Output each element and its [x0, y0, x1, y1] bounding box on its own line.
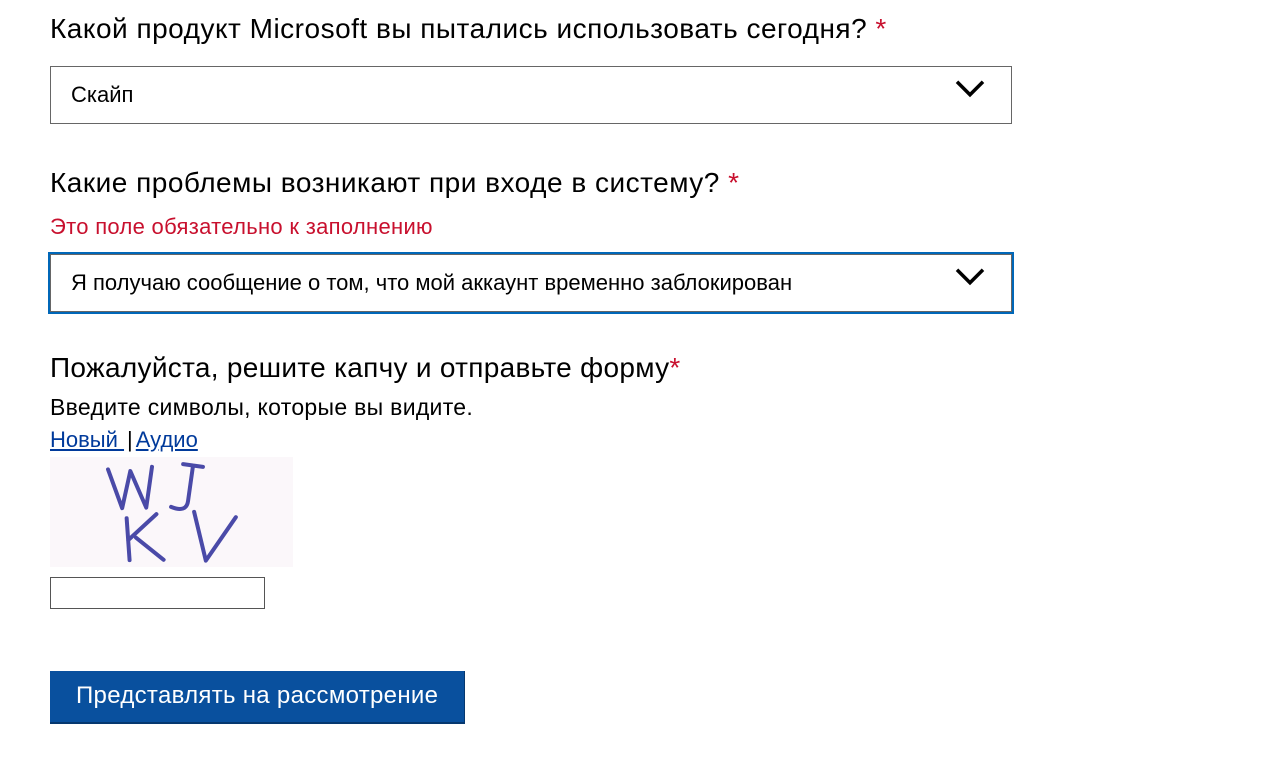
problem-select-value: Я получаю сообщение о том, что мой аккау… — [71, 270, 792, 296]
submit-button-label: Представлять на рассмотрение — [76, 682, 438, 709]
captcha-audio-link[interactable]: Аудио — [136, 427, 198, 452]
required-mark: * — [728, 167, 739, 198]
product-select[interactable]: Скайп — [50, 66, 1012, 124]
captcha-image — [50, 457, 293, 567]
problem-question-label: Какие проблемы возникают при входе в сис… — [50, 164, 1230, 202]
captcha-links: Новый | Аудио — [50, 427, 1230, 453]
captcha-subtext: Введите символы, которые вы видите. — [50, 394, 1230, 421]
chevron-down-icon — [954, 266, 986, 294]
problem-error-message: Это поле обязательно к заполнению — [50, 214, 1230, 240]
captcha-new-link[interactable]: Новый — [50, 427, 124, 452]
required-mark: * — [669, 352, 680, 383]
submit-button[interactable]: Представлять на рассмотрение — [50, 671, 465, 724]
problem-question-text: Какие проблемы возникают при входе в сис… — [50, 167, 720, 198]
captcha-input[interactable] — [50, 577, 265, 609]
captcha-divider: | — [124, 427, 136, 453]
chevron-down-icon — [954, 79, 986, 107]
captcha-label-text: Пожалуйста, решите капчу и отправьте фор… — [50, 352, 669, 383]
captcha-label: Пожалуйста, решите капчу и отправьте фор… — [50, 352, 1230, 384]
product-question-label: Какой продукт Microsoft вы пытались испо… — [50, 10, 1230, 48]
problem-question-block: Какие проблемы возникают при входе в сис… — [50, 164, 1230, 312]
product-select-value: Скайп — [71, 82, 133, 108]
product-question-block: Какой продукт Microsoft вы пытались испо… — [50, 10, 1230, 124]
required-mark: * — [875, 13, 886, 44]
product-question-text: Какой продукт Microsoft вы пытались испо… — [50, 13, 867, 44]
problem-select[interactable]: Я получаю сообщение о том, что мой аккау… — [50, 254, 1012, 312]
captcha-block: Пожалуйста, решите капчу и отправьте фор… — [50, 352, 1230, 609]
